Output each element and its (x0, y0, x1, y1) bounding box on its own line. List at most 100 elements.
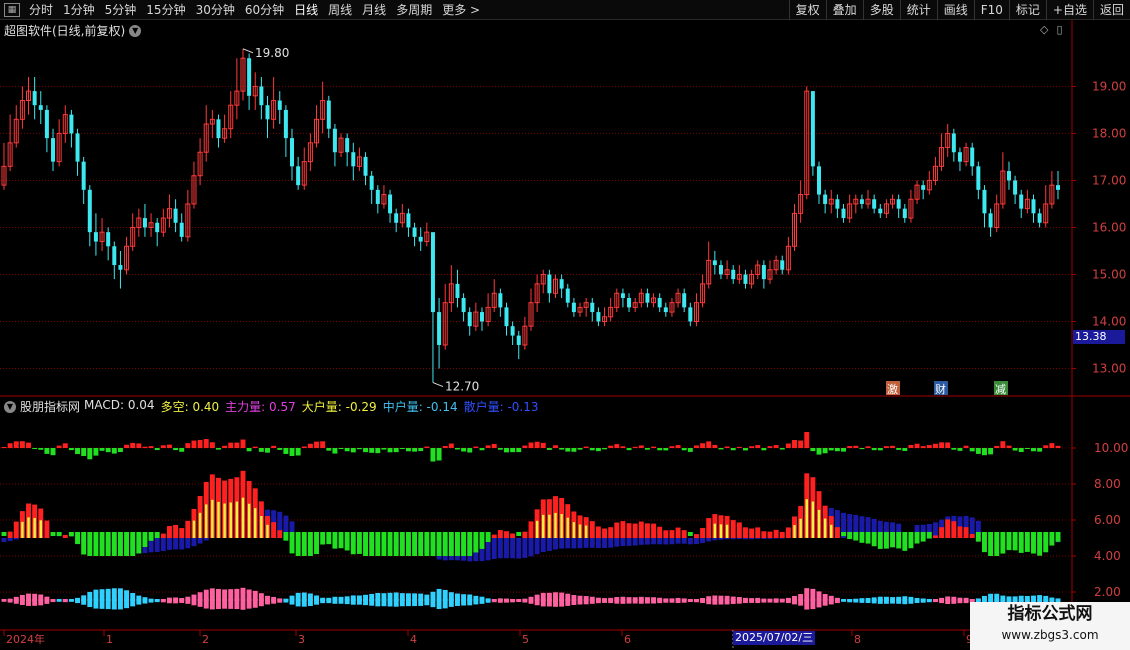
bottom-bar-top (932, 599, 938, 601)
bottom-bar-top (418, 593, 424, 601)
bottom-bar-top (105, 588, 111, 601)
top-bar-down (571, 448, 577, 452)
mid-bar-blue-down (491, 538, 497, 559)
top-bar-up (553, 445, 558, 448)
mid-bar-yellow (542, 514, 545, 538)
top-bar-down (743, 448, 748, 451)
mid-bar-yellow (578, 524, 582, 538)
top-bar-up (197, 440, 203, 448)
top-bar-up (932, 443, 938, 448)
top-bar-down (369, 448, 375, 453)
top-bar-up (883, 446, 889, 448)
top-bar-up (939, 442, 945, 448)
mid-bar-green (154, 532, 160, 539)
mid-bar-green (914, 532, 920, 544)
top-bar-up (945, 442, 951, 448)
mid-bar-green (111, 532, 117, 556)
mid-bar-green (363, 532, 369, 556)
bottom-bar-top (1037, 595, 1043, 601)
bottom-bar-top (93, 589, 99, 601)
top-bar-down (816, 448, 822, 455)
mid-bar-red (62, 534, 68, 538)
mid-bar-yellow (811, 501, 815, 538)
bottom-bar-top (516, 599, 522, 601)
mid-bar-green (93, 532, 99, 556)
indicator-value: 0.57 (265, 400, 296, 414)
bottom-bar-top (344, 596, 350, 601)
top-bar-down (412, 448, 418, 452)
bottom-bar-top (81, 595, 87, 601)
chart-canvas[interactable]: 19.0018.0017.0016.0015.0014.0013.0019.80… (0, 0, 1130, 650)
candle-body-down (51, 138, 56, 162)
top-bar-down (902, 448, 908, 451)
mid-bar-red (651, 523, 657, 538)
top-bar-up (1055, 445, 1061, 448)
bottom-bar-top (473, 595, 479, 601)
candle-body-down (437, 312, 442, 345)
bottom-bar-top (142, 597, 148, 601)
top-bar-down (822, 448, 828, 454)
candle-body-down (75, 133, 80, 162)
top-bar-down (957, 448, 963, 451)
candle-body-down (516, 335, 521, 345)
top-bar-down (761, 448, 767, 451)
mid-bar-red (271, 522, 277, 538)
candle-body-down (988, 213, 993, 228)
mid-bar-red (595, 526, 601, 538)
mid-bar-green (1, 532, 7, 536)
bottom-bar-top (792, 595, 797, 601)
top-bar-up (148, 446, 154, 448)
top-bar-up (124, 444, 130, 448)
candle-body-down (645, 293, 650, 303)
candle-body-down (731, 269, 736, 280)
top-bar-down (117, 448, 123, 453)
top-bar-up (62, 443, 68, 448)
mid-bar-green (1049, 532, 1055, 546)
candle-body-down (982, 189, 987, 214)
indicator-label: 大户量: (301, 400, 342, 414)
bottom-bar-top (890, 597, 896, 601)
candle-body-down (976, 166, 981, 190)
mid-bar-blue-down (540, 538, 546, 553)
top-bar-down (436, 448, 442, 461)
mid-bar-green (988, 532, 994, 556)
candle-body-down (412, 227, 417, 237)
mid-bar-blue-down (644, 538, 650, 545)
mid-bar-blue-down (583, 538, 589, 548)
candle-body-down (283, 109, 288, 139)
bottom-bar-top (577, 595, 583, 601)
top-bar-down (216, 448, 221, 450)
top-bar-up (166, 444, 172, 448)
mid-bar-blue-down (166, 538, 172, 550)
chevron-down-icon[interactable]: ▼ (4, 400, 16, 413)
bottom-bar-top (160, 599, 166, 601)
bottom-bar-top (712, 595, 718, 601)
top-bar-up (963, 445, 969, 448)
mid-bar-blue-down (779, 538, 785, 539)
top-bar-up (473, 446, 479, 448)
candle-body-down (430, 232, 435, 313)
indicator-tick-label: 2.00 (1094, 585, 1121, 599)
mid-bar-red (522, 531, 528, 538)
bottom-bar-top (461, 594, 467, 601)
mid-bar-red (730, 520, 736, 538)
bottom-bar-top (614, 597, 620, 601)
top-bar-down (479, 448, 485, 451)
top-bar-down (988, 448, 994, 455)
top-bar-up (1049, 443, 1055, 448)
bottom-bar-top (307, 593, 313, 601)
top-bar-up (13, 441, 19, 448)
mid-bar-blue-down (559, 538, 565, 549)
top-bar-up (620, 446, 626, 448)
bottom-bar-top (957, 597, 963, 601)
bottom-bar-top (399, 593, 405, 601)
top-bar-down (1024, 448, 1030, 450)
top-bar-down (602, 448, 607, 450)
bottom-bar-top (510, 598, 516, 601)
bottom-bar-top (455, 593, 460, 601)
mid-bar-blue-down (681, 538, 687, 544)
top-bar-down (1012, 448, 1018, 451)
bottom-bar-top (50, 599, 56, 601)
bottom-bar-top (638, 596, 644, 601)
top-bar-down (381, 448, 387, 450)
